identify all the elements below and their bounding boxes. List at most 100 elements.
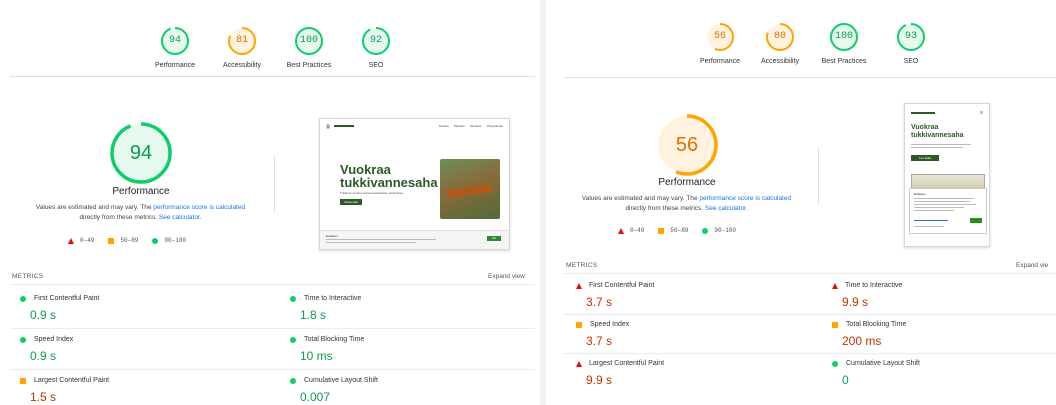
main-score-title: Performance xyxy=(658,177,716,188)
site-nav-item: Yhteystiedot xyxy=(486,124,503,128)
site-nav-item: Hinnasto xyxy=(469,124,482,128)
average-icon xyxy=(832,321,838,328)
legend-poor: 0–49 xyxy=(68,237,94,244)
gauge-ring: 93 xyxy=(896,22,926,52)
site-headline-line: Vuokraa xyxy=(911,124,939,131)
square-icon xyxy=(108,237,115,244)
main-score-title: Performance xyxy=(112,186,170,197)
main-score-gauge: 94 xyxy=(109,121,173,185)
metric-value: 0.9 s xyxy=(30,308,57,322)
page-screenshot-preview[interactable]: ≡ Vuokraa tukkivannesaha Lue lisää Eväst… xyxy=(904,103,990,247)
metric-time-to-interactive: Time to Interactive 1.8 s xyxy=(290,295,520,322)
metric-label: Time to Interactive xyxy=(304,295,362,302)
metric-label: First Contentful Paint xyxy=(589,282,655,289)
legend-label: 50–89 xyxy=(120,237,139,244)
page-screenshot-preview[interactable]: Ⓖ Etusivu Palvelut Hinnasto Yhteystiedot… xyxy=(319,118,510,250)
site-text-line xyxy=(911,147,963,148)
metrics-heading: METRICS xyxy=(12,273,44,280)
legend-label: 90–100 xyxy=(164,237,187,244)
metric-total-blocking-time: Total Blocking Time 200 ms xyxy=(832,321,1056,348)
cookie-text-line xyxy=(326,239,436,240)
site-logo-bar xyxy=(334,125,354,127)
cookie-title: Evästeet xyxy=(326,234,338,238)
metric-label: Speed Index xyxy=(590,321,630,328)
circle-icon xyxy=(702,227,709,234)
divider xyxy=(564,273,1056,274)
metrics-heading: METRICS xyxy=(566,262,598,269)
site-cta: Varaa aika xyxy=(340,199,362,205)
legend-average: 50–89 xyxy=(108,237,138,244)
gauge-value: 92 xyxy=(369,35,382,46)
main-score-value: 94 xyxy=(129,142,153,164)
score-description: Values are estimated and may vary. The p… xyxy=(554,194,819,214)
metric-first-contentful-paint: First Contentful Paint 0.9 s xyxy=(20,295,250,322)
pass-icon xyxy=(290,377,296,384)
cookie-link-line xyxy=(914,220,948,221)
gauge-value: 94 xyxy=(168,35,181,46)
legend-label: 0–49 xyxy=(630,227,645,234)
report-panel-mobile: 56 Performance 80 Accessibility 100 Best… xyxy=(546,0,1056,405)
metric-largest-contentful-paint: Largest Contentful Paint 9.9 s xyxy=(576,360,806,387)
legend-poor: 0–49 xyxy=(618,227,644,234)
gauge-ring: 80 xyxy=(765,22,795,52)
section-divider xyxy=(274,155,275,213)
cookie-button: OK xyxy=(487,236,501,241)
site-cookie-bar: Evästeet OK xyxy=(320,230,509,249)
gauge-label: SEO xyxy=(368,62,384,69)
metric-first-contentful-paint: First Contentful Paint 3.7 s xyxy=(576,282,806,309)
metric-label: Speed Index xyxy=(34,336,74,343)
report-panel-desktop: 94 Performance 81 Accessibility 100 Best… xyxy=(0,0,540,405)
hamburger-menu-icon: ≡ xyxy=(980,110,983,116)
section-divider xyxy=(818,147,819,205)
metric-largest-contentful-paint: Largest Contentful Paint 1.5 s xyxy=(20,377,250,404)
score-calculated-link[interactable]: performance score is calculated xyxy=(699,195,791,202)
pass-icon xyxy=(290,336,296,343)
cookie-button xyxy=(970,218,982,223)
site-nav-item: Etusivu xyxy=(439,124,449,128)
pass-icon xyxy=(20,336,26,343)
triangle-icon xyxy=(618,227,624,234)
cookie-text-line xyxy=(914,204,976,205)
cookie-text-line xyxy=(914,226,944,227)
gauge-ring: 100 xyxy=(829,22,859,52)
metric-label: Largest Contentful Paint xyxy=(34,377,110,384)
metric-label: Total Blocking Time xyxy=(304,336,365,343)
metric-time-to-interactive: Time to Interactive 9.9 s xyxy=(832,282,1056,309)
see-calculator-link[interactable]: See calculator. xyxy=(705,205,748,212)
gauge-ring: 94 xyxy=(160,26,190,56)
gauge-seo[interactable]: 92 SEO xyxy=(336,26,416,69)
fail-icon xyxy=(832,282,838,289)
legend-good: 90–100 xyxy=(152,237,186,244)
metric-value: 3.7 s xyxy=(586,334,613,348)
see-calculator-link[interactable]: See calculator. xyxy=(159,214,202,221)
divider xyxy=(10,328,535,329)
site-nav-item: Palvelut xyxy=(453,124,465,128)
site-cookie-dialog: Evästeet xyxy=(909,188,987,234)
metric-speed-index: Speed Index 0.9 s xyxy=(20,336,250,363)
sawmill-image-part xyxy=(447,183,493,199)
cookie-text-line xyxy=(914,198,974,199)
expand-view-toggle[interactable]: Expand view xyxy=(488,273,525,280)
divider xyxy=(10,76,535,77)
metric-value: 0.007 xyxy=(300,390,331,404)
divider xyxy=(564,77,1056,78)
divider xyxy=(10,284,535,285)
expand-view-toggle[interactable]: Expand vie xyxy=(1016,262,1048,269)
cookie-text-line xyxy=(914,201,970,202)
metric-value: 9.9 s xyxy=(586,373,613,387)
metric-value: 0 xyxy=(842,373,849,387)
metric-value: 0.9 s xyxy=(30,349,57,363)
metric-value: 200 ms xyxy=(842,334,882,348)
metric-value: 9.9 s xyxy=(842,295,869,309)
triangle-icon xyxy=(68,237,74,244)
legend-good: 90–100 xyxy=(702,227,736,234)
metric-label: Time to Interactive xyxy=(845,282,903,289)
score-calculated-link[interactable]: performance score is calculated xyxy=(153,204,245,211)
gauge-seo[interactable]: 93 SEO xyxy=(871,22,951,65)
divider xyxy=(564,314,1056,315)
site-subtext: Tukkivannesaha tarjoaa laadukkaan sahauk… xyxy=(340,191,404,195)
main-score-gauge: 56 xyxy=(655,113,719,177)
gauge-label: SEO xyxy=(903,58,919,65)
average-icon xyxy=(20,377,26,384)
score-description: Values are estimated and may vary. The p… xyxy=(8,203,273,223)
